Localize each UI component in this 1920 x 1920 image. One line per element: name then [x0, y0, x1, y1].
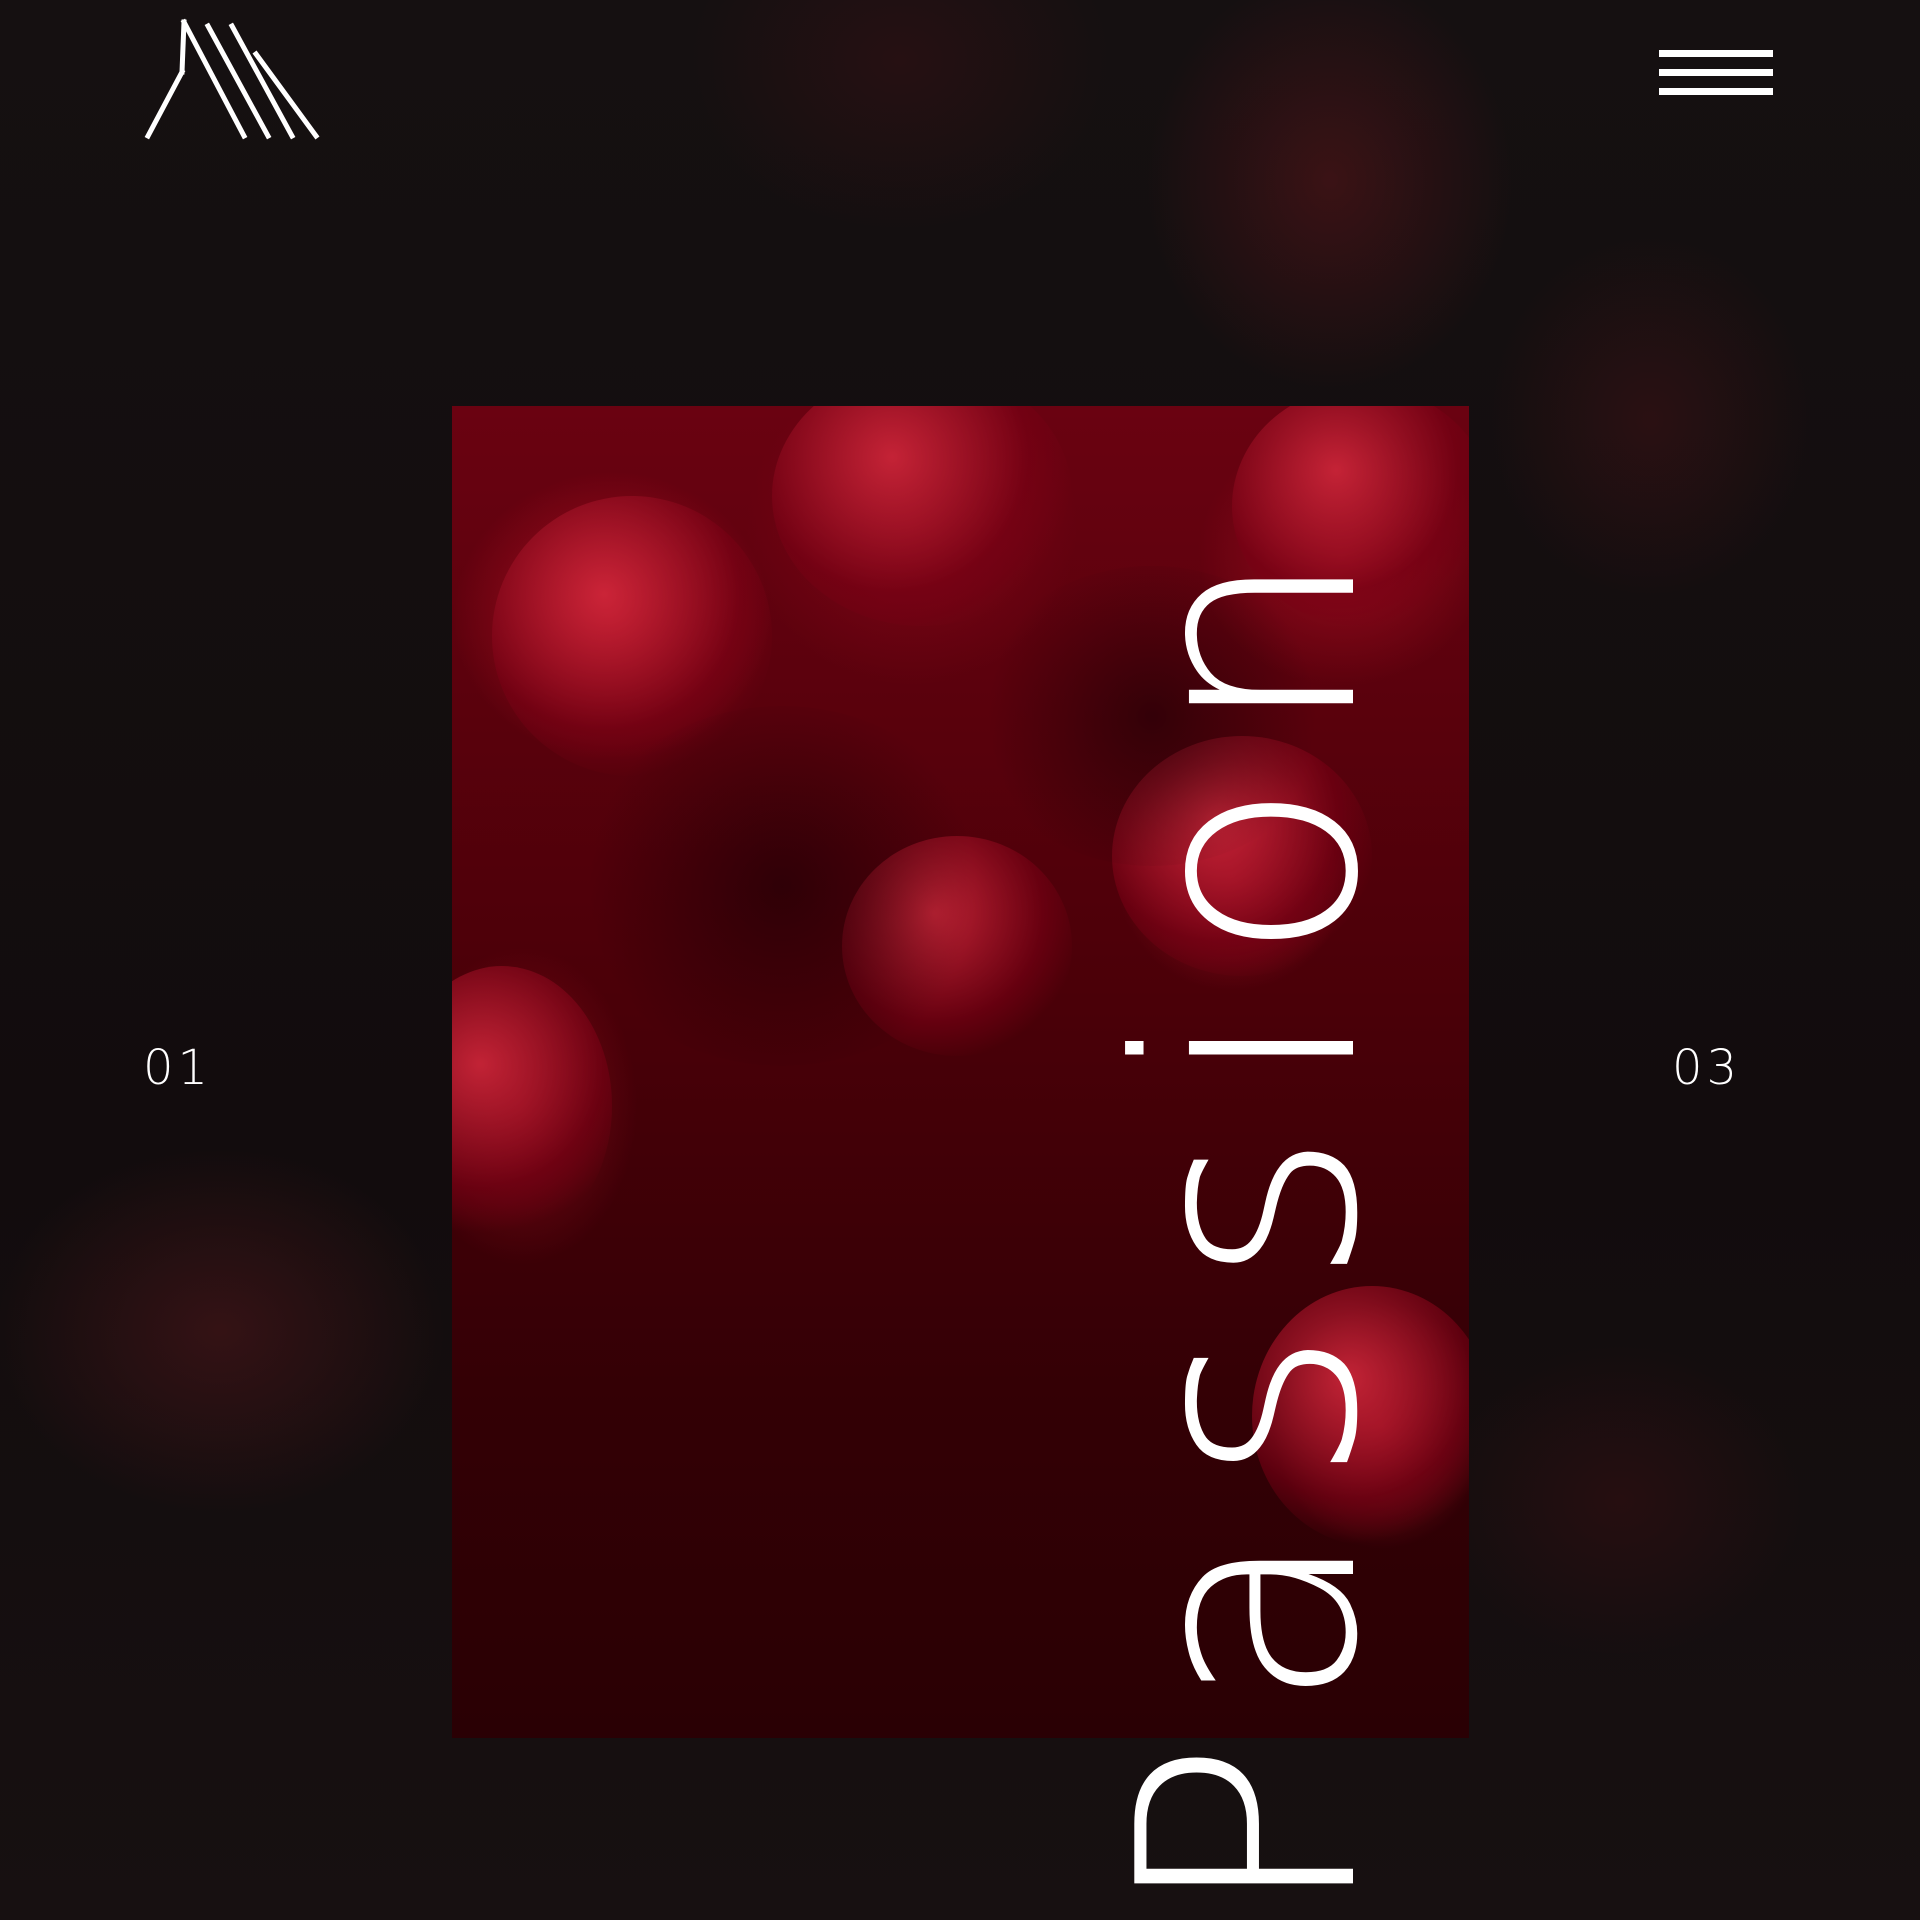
- stem-shadow: [572, 706, 992, 1066]
- slide-counter-total: 03: [1672, 1040, 1742, 1096]
- hero-stage: 01 03 Passion: [0, 0, 1920, 1920]
- berry-shape: [452, 966, 612, 1246]
- brand-logo-icon[interactable]: [140, 14, 320, 144]
- hamburger-icon-bar: [1659, 88, 1773, 95]
- hamburger-icon: [1659, 50, 1773, 57]
- berry-shape: [772, 406, 1072, 626]
- hero-title: Passion: [1075, 505, 1424, 1920]
- hamburger-icon-bar: [1659, 69, 1773, 76]
- slide-counter-current: 01: [143, 1040, 213, 1096]
- menu-button[interactable]: [1655, 44, 1777, 100]
